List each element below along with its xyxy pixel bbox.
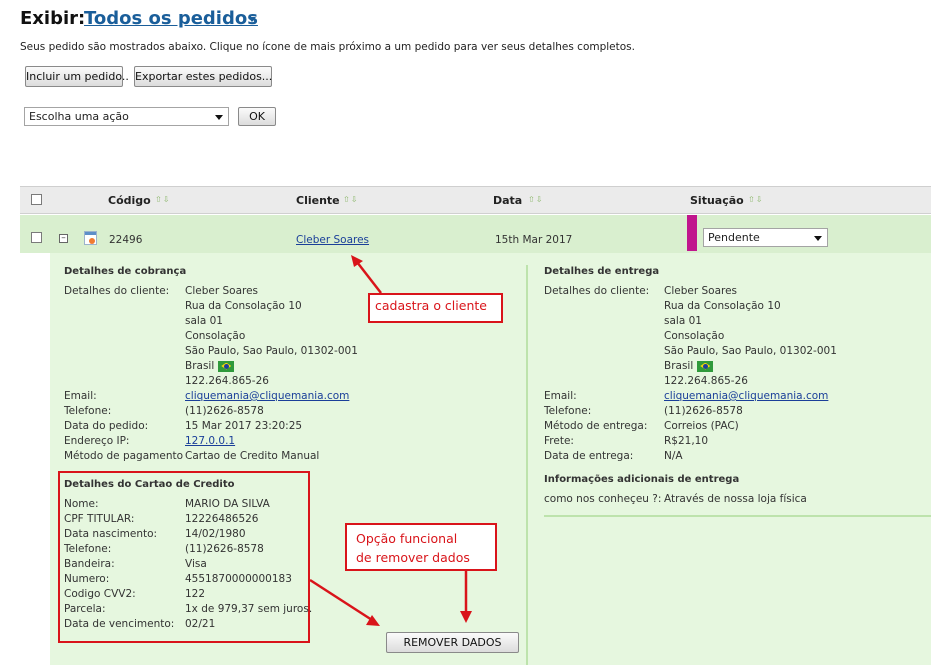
annotation-arrows <box>309 255 472 626</box>
arrow-head <box>460 611 472 623</box>
arrow-to-customer <box>356 261 382 294</box>
arrow-head <box>351 255 363 267</box>
arrow-from-card <box>309 578 373 622</box>
